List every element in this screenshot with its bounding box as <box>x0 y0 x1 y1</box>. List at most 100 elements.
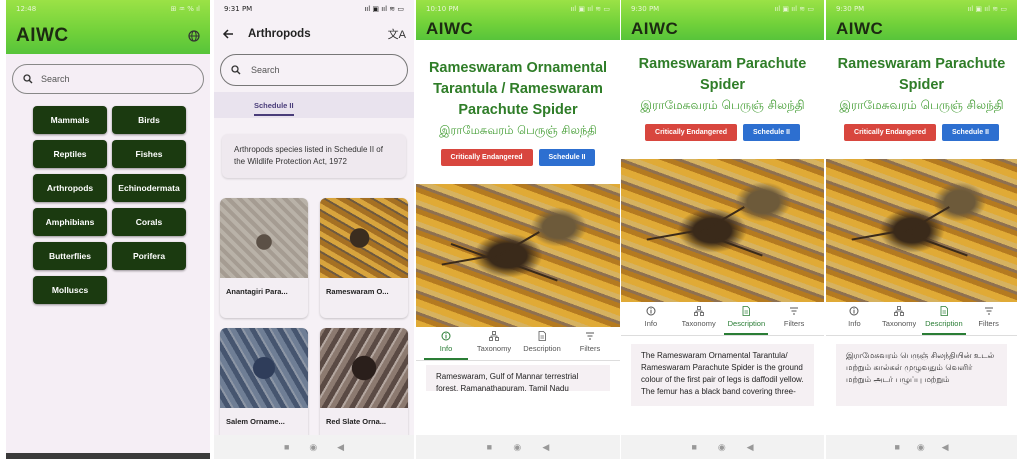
translate-icon[interactable]: 文A <box>388 26 406 42</box>
search-placeholder: Search <box>251 65 280 75</box>
tab-filters[interactable]: Filters <box>568 331 612 360</box>
back-button[interactable]: ◀ <box>337 442 344 453</box>
phone-arthropods-list: 9:31 PM ııl ▣ ııl ≋ ▭ Arthropods 文A Sear… <box>214 0 414 459</box>
tab-label: Info <box>848 319 861 329</box>
conservation-status-badge: Critically Endangered <box>844 124 936 142</box>
category-molluscs-button[interactable]: Molluscs <box>33 276 107 304</box>
category-echinodermata-button[interactable]: Echinodermata <box>112 174 186 202</box>
gesture-bar <box>6 453 210 459</box>
status-badges: Critically Endangered Schedule II <box>621 124 824 142</box>
filter-icon <box>789 306 799 316</box>
category-fishes-button[interactable]: Fishes <box>112 140 186 168</box>
tab-filters[interactable]: Filters <box>772 306 816 335</box>
search-input[interactable]: Search <box>220 54 408 86</box>
filter-icon <box>984 306 994 316</box>
home-button[interactable]: ◉ <box>513 442 521 453</box>
tab-description[interactable]: Description <box>724 306 769 336</box>
species-photo <box>621 159 824 303</box>
tab-label: Description <box>727 319 766 329</box>
search-input[interactable]: Search <box>12 64 204 94</box>
tab-label: Info <box>644 319 658 329</box>
category-butterflies-button[interactable]: Butterflies <box>33 242 107 270</box>
page-title: Arthropods <box>248 28 311 40</box>
back-arrow-icon[interactable] <box>222 28 234 40</box>
tab-description[interactable]: Description <box>921 306 966 336</box>
signal-icon: ııl ▣ ııl ≋ ▭ <box>570 5 610 13</box>
tab-taxonomy[interactable]: Taxonomy <box>677 306 721 335</box>
species-card[interactable]: Rameswaram O... <box>320 198 408 318</box>
category-mammals-button[interactable]: Mammals <box>33 106 107 134</box>
species-card[interactable]: Red Slate Orna... <box>320 328 408 448</box>
species-photo <box>320 198 408 278</box>
species-name: Rameswaram O... <box>326 287 389 296</box>
description-content: இராமேசுவரம் பெருஞ் சிலந்தியின் உடல் மற்ற… <box>836 344 1007 407</box>
signal-icon: ııl ▣ ııl ≋ ▭ <box>364 5 404 13</box>
tab-bar: Schedule II <box>214 92 414 118</box>
home-button[interactable]: ◉ <box>718 442 726 453</box>
tab-filters[interactable]: Filters <box>967 306 1011 335</box>
category-arthropods-button[interactable]: Arthropods <box>33 174 107 202</box>
search-icon <box>23 74 33 84</box>
tab-description[interactable]: Description <box>520 331 564 360</box>
status-badges: Critically Endangered Schedule II <box>826 124 1017 142</box>
search-placeholder: Search <box>41 74 70 84</box>
back-button[interactable]: ◀ <box>542 442 549 453</box>
species-photo <box>416 184 620 328</box>
back-button[interactable]: ◀ <box>747 442 754 453</box>
recent-apps-button[interactable]: ■ <box>284 442 289 452</box>
tab-label: Taxonomy <box>882 319 917 329</box>
species-name: Red Slate Orna... <box>326 417 387 426</box>
recent-apps-button[interactable]: ■ <box>487 442 492 452</box>
tab-label: Filters <box>783 319 805 329</box>
schedule-description: Arthropods species listed in Schedule II… <box>222 134 406 178</box>
status-badges: Critically Endangered Schedule II <box>416 149 620 167</box>
recent-apps-button[interactable]: ■ <box>894 442 899 452</box>
tab-label: Info <box>439 344 453 354</box>
schedule-badge: Schedule II <box>538 149 596 167</box>
detail-header: 9:30 PM ııl ▣ ııl ≋ ▭ AIWC <box>826 0 1017 40</box>
schedule-badge: Schedule II <box>942 124 999 142</box>
info-content: Rameswaram, Gulf of Mannar terrestrial f… <box>426 365 610 392</box>
tab-taxonomy[interactable]: Taxonomy <box>877 306 921 335</box>
home-button[interactable]: ◉ <box>309 442 317 453</box>
tab-label: Description <box>925 319 963 329</box>
species-title: Rameswaram Parachute Spider <box>837 56 1006 94</box>
category-amphibians-button[interactable]: Amphibians <box>33 208 107 236</box>
app-title: AIWC <box>631 19 679 38</box>
status-time: 9:30 PM <box>631 5 660 13</box>
detail-tab-bar: Info Taxonomy Description Filters <box>621 302 824 337</box>
document-icon <box>939 306 949 316</box>
status-bar: 9:31 PM ııl ▣ ııl ≋ ▭ <box>214 0 414 18</box>
species-grid: Anantagiri Para... Rameswaram O... Salem… <box>220 198 408 448</box>
tab-label: Filters <box>579 344 601 354</box>
tab-taxonomy[interactable]: Taxonomy <box>472 331 516 360</box>
back-button[interactable]: ◀ <box>942 442 949 453</box>
taxonomy-icon <box>489 331 499 341</box>
category-reptiles-button[interactable]: Reptiles <box>33 140 107 168</box>
category-corals-button[interactable]: Corals <box>112 208 186 236</box>
tab-info[interactable]: Info <box>629 306 673 335</box>
species-card[interactable]: Salem Orname... <box>220 328 308 448</box>
category-porifera-button[interactable]: Porifera <box>112 242 186 270</box>
status-time: 12:48 <box>16 5 37 13</box>
tab-label: Filters <box>978 319 999 329</box>
tab-info[interactable]: Info <box>832 306 876 335</box>
status-bar: 12:48 ⊞ ♒ % ıl <box>6 0 210 18</box>
status-bar: 9:30 PM ııl ▣ ııl ≋ ▭ <box>621 0 824 18</box>
species-name: Anantagiri Para... <box>226 287 288 296</box>
globe-icon[interactable] <box>188 30 200 42</box>
home-button[interactable]: ◉ <box>917 442 925 453</box>
status-bar: 10:10 PM ııl ▣ ııl ≋ ▭ <box>416 0 620 18</box>
species-card[interactable]: Anantagiri Para... <box>220 198 308 318</box>
species-title: Rameswaram Parachute Spider <box>638 56 807 94</box>
app-title: AIWC <box>426 19 474 38</box>
species-photo <box>320 328 408 408</box>
recent-apps-button[interactable]: ■ <box>691 442 696 452</box>
category-birds-button[interactable]: Birds <box>112 106 186 134</box>
status-time: 9:31 PM <box>224 5 253 13</box>
tab-schedule-ii[interactable]: Schedule II <box>254 95 294 116</box>
signal-icon: ııl ▣ ııl ≋ ▭ <box>967 5 1007 13</box>
info-icon <box>441 331 451 341</box>
tab-info[interactable]: Info <box>424 331 468 361</box>
signal-icon: ııl ▣ ııl ≋ ▭ <box>774 5 814 13</box>
